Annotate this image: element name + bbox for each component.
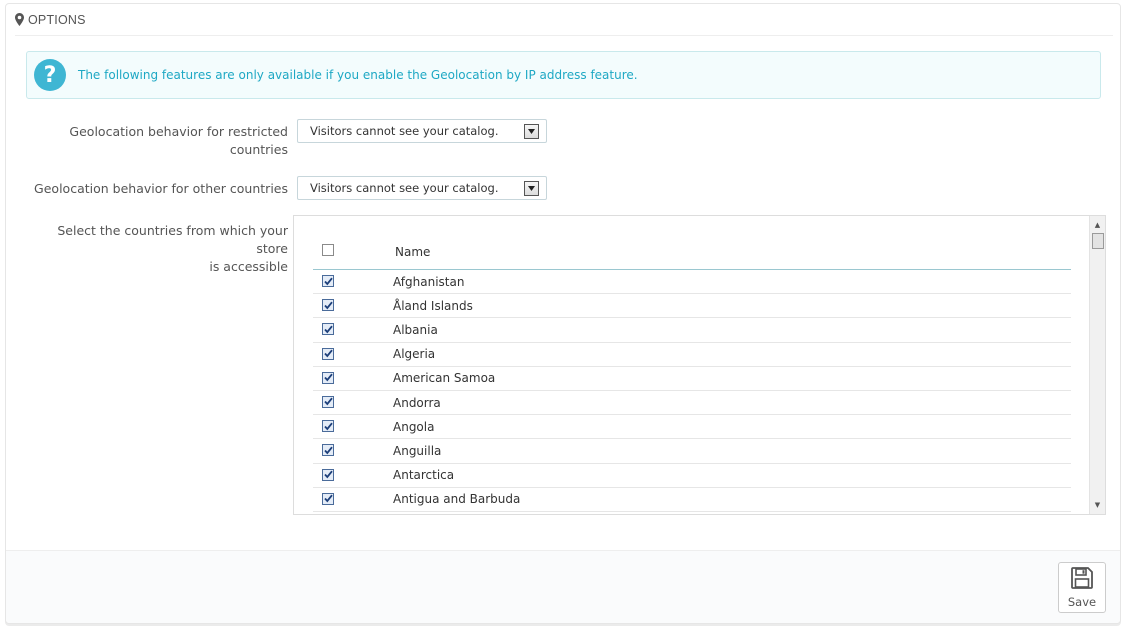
- table-row[interactable]: American Samoa: [313, 367, 1071, 391]
- info-alert: ? The following features are only availa…: [26, 51, 1101, 99]
- scroll-up-icon[interactable]: ▲: [1090, 218, 1105, 232]
- panel-heading: OPTIONS: [15, 4, 1113, 36]
- other-behavior-select[interactable]: Visitors cannot see your catalog.: [297, 176, 547, 200]
- select-value: Visitors cannot see your catalog.: [310, 124, 499, 138]
- label-line: is accessible: [209, 259, 288, 274]
- map-marker-icon: [15, 13, 25, 27]
- country-name: Antarctica: [393, 468, 455, 483]
- row-checkbox[interactable]: [322, 323, 334, 336]
- country-name: Åland Islands: [393, 298, 473, 313]
- country-name: Antigua and Barbuda: [393, 492, 521, 507]
- row-checkbox[interactable]: [322, 347, 334, 360]
- table-row[interactable]: Antigua and Barbuda: [313, 488, 1071, 512]
- panel-title: OPTIONS: [28, 12, 86, 27]
- countries-list[interactable]: Name Afghanistan Åland Islands Albania Alge…: [293, 215, 1106, 515]
- scroll-thumb[interactable]: [1092, 233, 1104, 249]
- select-value: Visitors cannot see your catalog.: [310, 181, 499, 195]
- row-checkbox[interactable]: [322, 299, 334, 312]
- select-all-checkbox[interactable]: [322, 244, 334, 256]
- table-row[interactable]: Angola: [313, 415, 1071, 440]
- table-row[interactable]: Algeria: [313, 343, 1071, 367]
- table-body: Afghanistan Åland Islands Albania Algeria Am…: [313, 270, 1071, 512]
- label-line: Geolocation behavior for restricted: [69, 124, 288, 139]
- table-row[interactable]: Andorra: [313, 391, 1071, 416]
- other-countries-label: Geolocation behavior for other countries: [28, 180, 288, 198]
- table-row[interactable]: Antarctica: [313, 464, 1071, 488]
- countries-table: Name Afghanistan Åland Islands Albania Alge…: [313, 216, 1071, 512]
- save-label: Save: [1067, 594, 1097, 609]
- label-line: Select the countries from which your sto…: [57, 223, 288, 256]
- scroll-down-icon[interactable]: ▼: [1090, 498, 1105, 512]
- table-row[interactable]: Albania: [313, 318, 1071, 343]
- country-name: Albania: [393, 322, 438, 337]
- row-checkbox[interactable]: [322, 444, 334, 457]
- table-row[interactable]: Afghanistan: [313, 270, 1071, 295]
- table-row[interactable]: Åland Islands: [313, 294, 1071, 319]
- chevron-down-icon[interactable]: [524, 181, 539, 196]
- scrollbar[interactable]: ▲ ▼: [1089, 216, 1105, 514]
- country-name: Afghanistan: [393, 274, 465, 289]
- country-name: Andorra: [393, 395, 441, 410]
- options-panel: OPTIONS ? The following features are onl…: [5, 3, 1121, 624]
- row-checkbox[interactable]: [322, 395, 334, 408]
- chevron-down-icon[interactable]: [524, 124, 539, 139]
- save-button[interactable]: Save: [1058, 562, 1106, 613]
- country-name: Anguilla: [393, 443, 442, 458]
- country-name: American Samoa: [393, 371, 496, 386]
- restricted-behavior-select[interactable]: Visitors cannot see your catalog.: [297, 119, 547, 143]
- row-checkbox[interactable]: [322, 275, 334, 287]
- label-line: countries: [229, 142, 288, 157]
- country-name: Algeria: [393, 347, 436, 362]
- label-line: Geolocation behavior for other countries: [34, 181, 288, 196]
- row-checkbox[interactable]: [322, 420, 334, 433]
- country-name: Angola: [393, 419, 435, 434]
- panel-footer: Save: [6, 550, 1120, 623]
- countries-label: Select the countries from which your sto…: [28, 222, 288, 276]
- column-header-name: Name: [395, 245, 431, 259]
- row-checkbox[interactable]: [322, 371, 334, 384]
- table-row[interactable]: Anguilla: [313, 439, 1071, 464]
- floppy-disk-icon: [1071, 566, 1093, 593]
- row-checkbox[interactable]: [322, 468, 334, 481]
- table-header: Name: [313, 216, 1071, 270]
- alert-text: The following features are only availabl…: [78, 68, 638, 82]
- question-circle-icon: ?: [34, 59, 66, 91]
- row-checkbox[interactable]: [322, 492, 334, 505]
- restricted-countries-label: Geolocation behavior for restricted coun…: [28, 123, 288, 159]
